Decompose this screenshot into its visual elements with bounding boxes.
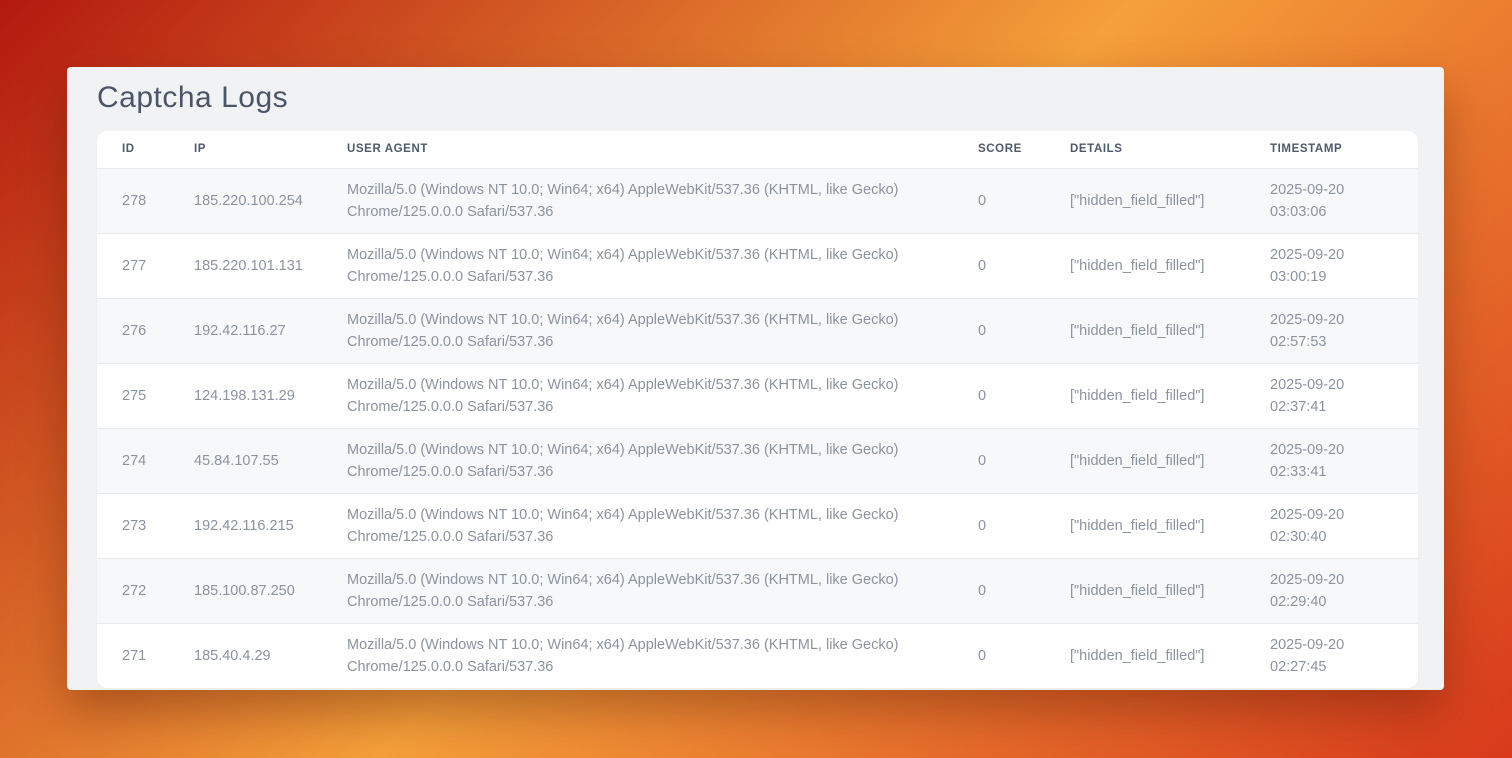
timestamp-time: 02:33:41 <box>1270 461 1394 483</box>
table-row: 273 192.42.116.215 Mozilla/5.0 (Windows … <box>97 493 1418 558</box>
cell-score: 0 <box>978 168 1070 233</box>
cell-id: 272 <box>97 558 194 623</box>
cell-details: ["hidden_field_filled"] <box>1070 493 1270 558</box>
cell-ip: 185.220.101.131 <box>194 233 347 298</box>
cell-ip: 185.220.100.254 <box>194 168 347 233</box>
cell-ip: 192.42.116.27 <box>194 298 347 363</box>
cell-score: 0 <box>978 363 1070 428</box>
column-header-id: ID <box>97 131 194 168</box>
timestamp-date: 2025-09-20 <box>1270 569 1394 591</box>
timestamp-date: 2025-09-20 <box>1270 374 1394 396</box>
cell-user-agent: Mozilla/5.0 (Windows NT 10.0; Win64; x64… <box>347 168 978 233</box>
column-header-ip: IP <box>194 131 347 168</box>
cell-score: 0 <box>978 493 1070 558</box>
cell-timestamp: 2025-09-20 02:37:41 <box>1270 363 1418 428</box>
column-header-user-agent: USER AGENT <box>347 131 978 168</box>
column-header-timestamp: TIMESTAMP <box>1270 131 1418 168</box>
timestamp-date: 2025-09-20 <box>1270 634 1394 656</box>
cell-timestamp: 2025-09-20 03:00:19 <box>1270 233 1418 298</box>
column-header-details: DETAILS <box>1070 131 1270 168</box>
cell-details: ["hidden_field_filled"] <box>1070 363 1270 428</box>
timestamp-time: 02:30:40 <box>1270 526 1394 548</box>
captcha-logs-table: ID IP USER AGENT SCORE DETAILS TIMESTAMP… <box>97 131 1418 688</box>
cell-user-agent: Mozilla/5.0 (Windows NT 10.0; Win64; x64… <box>347 623 978 688</box>
cell-details: ["hidden_field_filled"] <box>1070 623 1270 688</box>
cell-details: ["hidden_field_filled"] <box>1070 428 1270 493</box>
cell-user-agent: Mozilla/5.0 (Windows NT 10.0; Win64; x64… <box>347 428 978 493</box>
cell-ip: 45.84.107.55 <box>194 428 347 493</box>
cell-timestamp: 2025-09-20 02:30:40 <box>1270 493 1418 558</box>
cell-score: 0 <box>978 298 1070 363</box>
timestamp-time: 03:03:06 <box>1270 201 1394 223</box>
captcha-logs-card: Captcha Logs ID IP USER AGENT SCORE DETA… <box>67 67 1444 690</box>
page-title: Captcha Logs <box>97 83 1418 113</box>
cell-ip: 185.40.4.29 <box>194 623 347 688</box>
cell-details: ["hidden_field_filled"] <box>1070 168 1270 233</box>
cell-score: 0 <box>978 623 1070 688</box>
cell-user-agent: Mozilla/5.0 (Windows NT 10.0; Win64; x64… <box>347 233 978 298</box>
table-row: 276 192.42.116.27 Mozilla/5.0 (Windows N… <box>97 298 1418 363</box>
timestamp-time: 02:37:41 <box>1270 396 1394 418</box>
cell-timestamp: 2025-09-20 02:27:45 <box>1270 623 1418 688</box>
timestamp-time: 02:29:40 <box>1270 591 1394 613</box>
table-row: 274 45.84.107.55 Mozilla/5.0 (Windows NT… <box>97 428 1418 493</box>
cell-score: 0 <box>978 233 1070 298</box>
cell-details: ["hidden_field_filled"] <box>1070 298 1270 363</box>
table-row: 271 185.40.4.29 Mozilla/5.0 (Windows NT … <box>97 623 1418 688</box>
cell-score: 0 <box>978 558 1070 623</box>
captcha-logs-table-panel: ID IP USER AGENT SCORE DETAILS TIMESTAMP… <box>97 131 1418 688</box>
column-header-score: SCORE <box>978 131 1070 168</box>
table-row: 275 124.198.131.29 Mozilla/5.0 (Windows … <box>97 363 1418 428</box>
timestamp-date: 2025-09-20 <box>1270 504 1394 526</box>
cell-user-agent: Mozilla/5.0 (Windows NT 10.0; Win64; x64… <box>347 558 978 623</box>
cell-user-agent: Mozilla/5.0 (Windows NT 10.0; Win64; x64… <box>347 363 978 428</box>
cell-timestamp: 2025-09-20 02:29:40 <box>1270 558 1418 623</box>
cell-details: ["hidden_field_filled"] <box>1070 558 1270 623</box>
timestamp-time: 02:27:45 <box>1270 656 1394 678</box>
cell-id: 271 <box>97 623 194 688</box>
cell-details: ["hidden_field_filled"] <box>1070 233 1270 298</box>
cell-score: 0 <box>978 428 1070 493</box>
timestamp-date: 2025-09-20 <box>1270 439 1394 461</box>
cell-id: 278 <box>97 168 194 233</box>
cell-timestamp: 2025-09-20 02:33:41 <box>1270 428 1418 493</box>
table-row: 278 185.220.100.254 Mozilla/5.0 (Windows… <box>97 168 1418 233</box>
cell-ip: 124.198.131.29 <box>194 363 347 428</box>
timestamp-date: 2025-09-20 <box>1270 179 1394 201</box>
timestamp-date: 2025-09-20 <box>1270 309 1394 331</box>
cell-user-agent: Mozilla/5.0 (Windows NT 10.0; Win64; x64… <box>347 298 978 363</box>
cell-ip: 185.100.87.250 <box>194 558 347 623</box>
table-row: 272 185.100.87.250 Mozilla/5.0 (Windows … <box>97 558 1418 623</box>
timestamp-time: 03:00:19 <box>1270 266 1394 288</box>
cell-user-agent: Mozilla/5.0 (Windows NT 10.0; Win64; x64… <box>347 493 978 558</box>
cell-timestamp: 2025-09-20 02:57:53 <box>1270 298 1418 363</box>
cell-id: 273 <box>97 493 194 558</box>
cell-ip: 192.42.116.215 <box>194 493 347 558</box>
cell-id: 274 <box>97 428 194 493</box>
table-row: 277 185.220.101.131 Mozilla/5.0 (Windows… <box>97 233 1418 298</box>
table-header-row: ID IP USER AGENT SCORE DETAILS TIMESTAMP <box>97 131 1418 168</box>
timestamp-time: 02:57:53 <box>1270 331 1394 353</box>
cell-id: 275 <box>97 363 194 428</box>
cell-timestamp: 2025-09-20 03:03:06 <box>1270 168 1418 233</box>
timestamp-date: 2025-09-20 <box>1270 244 1394 266</box>
table-body: 278 185.220.100.254 Mozilla/5.0 (Windows… <box>97 168 1418 688</box>
cell-id: 276 <box>97 298 194 363</box>
cell-id: 277 <box>97 233 194 298</box>
page-background: { "page": { "title": "Captcha Logs" }, "… <box>0 0 1512 758</box>
